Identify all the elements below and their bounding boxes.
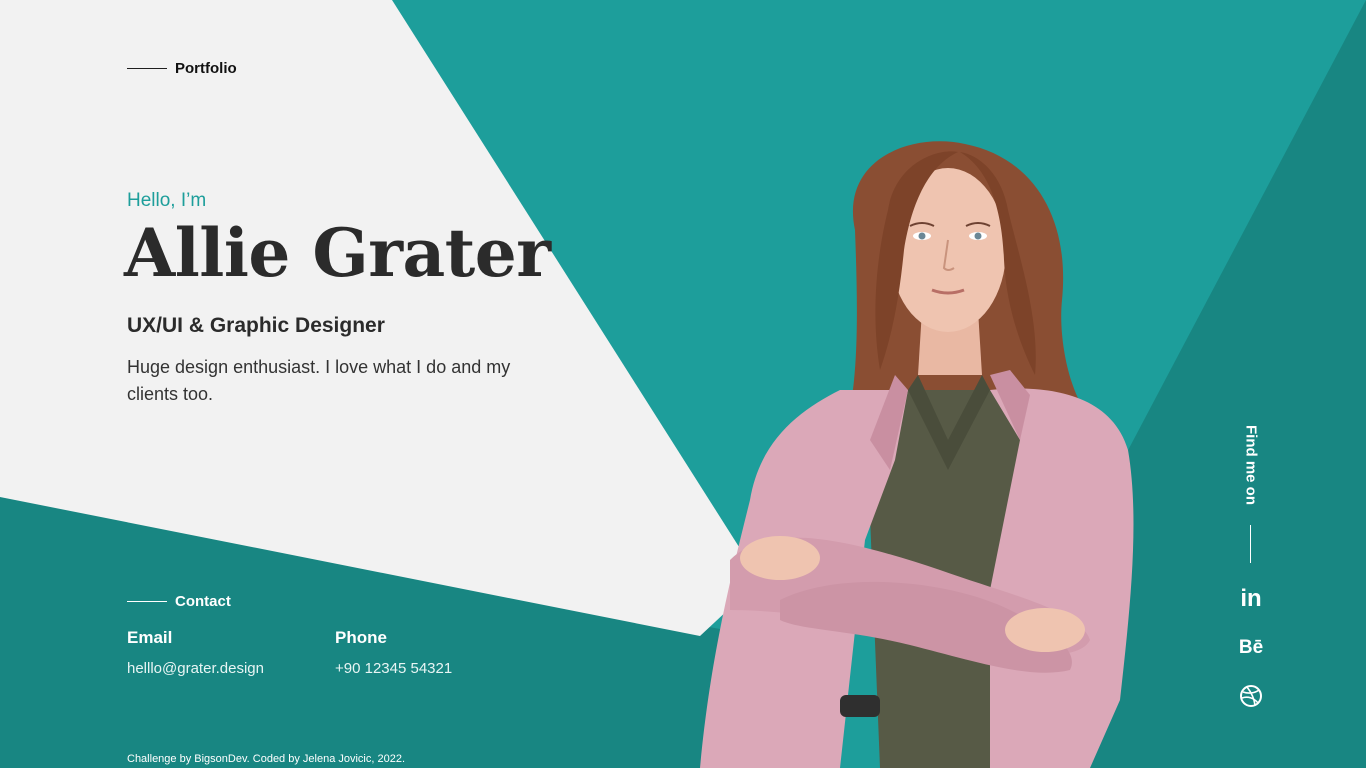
social-divider [1250, 525, 1251, 563]
job-title: UX/UI & Graphic Designer [127, 314, 385, 337]
person-name: Allie Grater [124, 214, 551, 292]
dribbble-icon[interactable] [1236, 681, 1266, 711]
contact-line [127, 601, 167, 602]
contact-section-label: Contact [127, 593, 231, 610]
find-me-text: Find me on [1242, 425, 1260, 505]
behance-icon[interactable]: Bē [1236, 633, 1266, 663]
email-label: Email [127, 628, 173, 647]
email-link[interactable]: helllo@grater.design [127, 660, 264, 677]
linkedin-icon[interactable]: in [1236, 584, 1266, 614]
portfolio-tag: Portfolio [127, 60, 237, 77]
phone-label: Phone [335, 628, 387, 647]
portrait-photo [700, 141, 1134, 768]
footer-credit: Challenge by BigsonDev. Coded by Jelena … [127, 753, 406, 765]
portfolio-line [127, 68, 167, 69]
phone-link[interactable]: +90 12345 54321 [335, 660, 452, 677]
contact-label: Contact [175, 593, 231, 610]
portfolio-label: Portfolio [175, 60, 237, 77]
bio-description: Huge design enthusiast. I love what I do… [127, 357, 511, 404]
find-me-on-label: Find me on [1240, 420, 1262, 510]
greeting: Hello, I’m [127, 190, 207, 211]
